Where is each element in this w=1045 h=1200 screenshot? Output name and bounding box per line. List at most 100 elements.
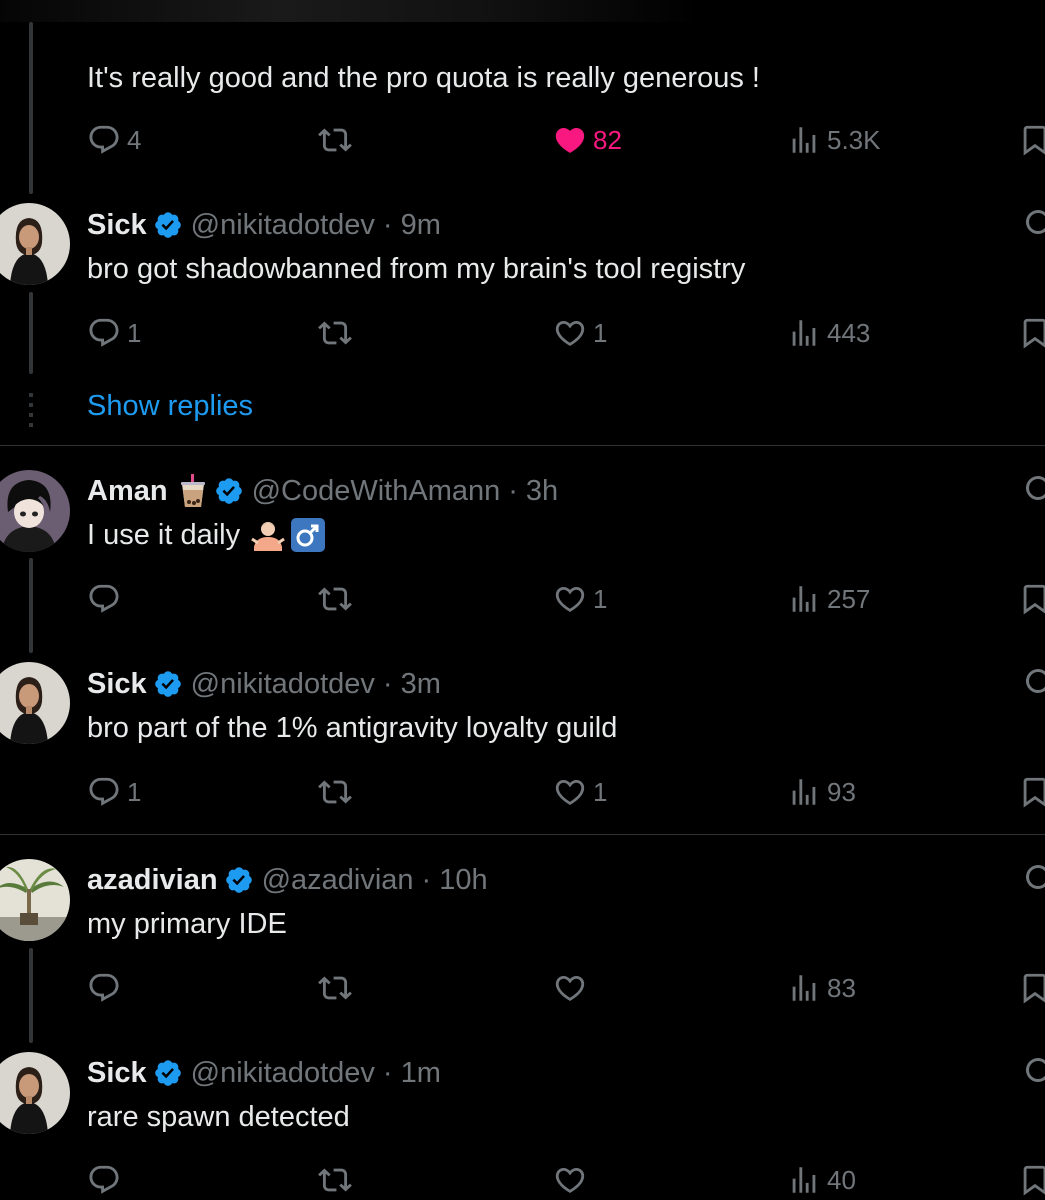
bookmark-button[interactable] (1018, 772, 1045, 812)
timestamp[interactable]: 10h (439, 864, 487, 897)
timestamp[interactable]: 3h (526, 475, 558, 508)
retweet-icon (318, 1168, 352, 1192)
handle[interactable]: @azadivian (262, 864, 414, 897)
separator-dot: · (508, 474, 518, 507)
reply-icon (89, 777, 119, 806)
views-button[interactable]: 40 (787, 1160, 856, 1200)
handle[interactable]: @nikitadotdev (191, 209, 375, 242)
display-name[interactable]: Sick (87, 1057, 147, 1090)
man-shrugging-emoji (250, 517, 286, 553)
grok-icon[interactable] (1023, 205, 1045, 245)
display-name[interactable]: Aman (87, 475, 168, 508)
verified-badge-icon (214, 476, 244, 506)
grok-icon[interactable] (1023, 664, 1045, 704)
views-icon (792, 975, 816, 1001)
like-button[interactable]: 1 (553, 772, 607, 812)
reply-text: I use it daily (87, 515, 326, 555)
divider (0, 834, 1045, 835)
thread-dots (29, 393, 33, 427)
handle[interactable]: @nikitadotdev (191, 1057, 375, 1090)
show-replies-link[interactable]: Show replies (87, 390, 253, 423)
bookmark-icon (1023, 318, 1045, 349)
handle[interactable]: @nikitadotdev (191, 668, 375, 701)
top-fade (0, 0, 700, 22)
timestamp[interactable]: 9m (401, 209, 441, 242)
timestamp[interactable]: 3m (401, 668, 441, 701)
views-button[interactable]: 257 (787, 579, 870, 619)
like-icon (555, 586, 585, 612)
grok-icon[interactable] (1023, 860, 1045, 900)
grok-icon[interactable] (1023, 1053, 1045, 1093)
retweet-button[interactable] (318, 579, 352, 619)
woman-avatar[interactable] (0, 1052, 70, 1134)
thread-line (29, 948, 33, 1043)
reply-header: Sick @nikitadotdev · 9m (87, 205, 441, 245)
grok-icon[interactable] (1023, 471, 1045, 511)
display-name[interactable]: Sick (87, 668, 147, 701)
thread-line (29, 22, 33, 194)
display-name[interactable]: Sick (87, 209, 147, 242)
views-icon (792, 127, 816, 153)
anime-avatar[interactable] (0, 470, 70, 552)
male-sign-emoji (290, 517, 326, 553)
reply-button[interactable] (87, 1160, 127, 1200)
views-button[interactable]: 443 (787, 313, 870, 353)
views-count: 83 (827, 972, 856, 1003)
handle[interactable]: @CodeWithAmann (252, 475, 501, 508)
bookmark-button[interactable] (1018, 1160, 1045, 1200)
reply-button[interactable]: 4 (87, 120, 141, 160)
retweet-icon (318, 780, 352, 804)
woman-avatar[interactable] (0, 662, 70, 744)
like-button[interactable]: 1 (553, 579, 607, 619)
like-icon (555, 1167, 585, 1193)
bookmark-icon (1023, 973, 1045, 1004)
timestamp[interactable]: 1m (401, 1057, 441, 1090)
like-count: 82 (593, 124, 622, 155)
reply-text-content: I use it daily (87, 518, 241, 551)
reply-header: Sick @nikitadotdev · 1m (87, 1053, 441, 1093)
verified-badge-icon (153, 1058, 183, 1088)
bookmark-button[interactable] (1018, 579, 1045, 619)
palm-avatar[interactable] (0, 859, 70, 941)
like-filled-icon (555, 127, 585, 153)
post-text: It's really good and the pro quota is re… (87, 61, 760, 94)
reply-button[interactable] (87, 579, 127, 619)
views-count: 5.3K (827, 124, 881, 155)
separator-dot: · (382, 667, 393, 700)
woman-avatar[interactable] (0, 203, 70, 285)
reply-button[interactable] (87, 968, 127, 1008)
like-button[interactable] (553, 1160, 593, 1200)
like-count: 1 (593, 776, 608, 807)
separator-dot: · (382, 1056, 393, 1089)
views-count: 93 (827, 776, 856, 807)
separator-dot: · (421, 863, 432, 896)
bookmark-button[interactable] (1018, 313, 1045, 353)
like-button[interactable]: 82 (553, 120, 622, 160)
bookmark-button[interactable] (1018, 968, 1045, 1008)
reply-button[interactable]: 1 (87, 772, 141, 812)
retweet-button[interactable] (318, 1160, 352, 1200)
like-icon (555, 320, 585, 346)
reply-button[interactable]: 1 (87, 313, 141, 353)
divider (0, 445, 1045, 446)
like-button[interactable] (553, 968, 593, 1008)
like-button[interactable]: 1 (553, 313, 607, 353)
like-icon (555, 975, 585, 1001)
retweet-button[interactable] (318, 120, 352, 160)
retweet-button[interactable] (318, 313, 352, 353)
reply-thread: It's really good and the pro quota is re… (0, 0, 1045, 1200)
bookmark-icon (1023, 584, 1045, 615)
retweet-button[interactable] (318, 772, 352, 812)
views-count: 40 (827, 1164, 856, 1195)
bookmark-icon (1023, 1165, 1045, 1196)
display-name[interactable]: azadivian (87, 864, 218, 897)
views-button[interactable]: 5.3K (787, 120, 881, 160)
views-button[interactable]: 93 (787, 772, 856, 812)
reply-text: rare spawn detected (87, 1100, 350, 1133)
bookmark-button[interactable] (1018, 120, 1045, 160)
thread-line (29, 558, 33, 653)
views-button[interactable]: 83 (787, 968, 856, 1008)
retweet-button[interactable] (318, 968, 352, 1008)
like-count: 1 (593, 583, 608, 614)
retweet-icon (318, 587, 352, 611)
